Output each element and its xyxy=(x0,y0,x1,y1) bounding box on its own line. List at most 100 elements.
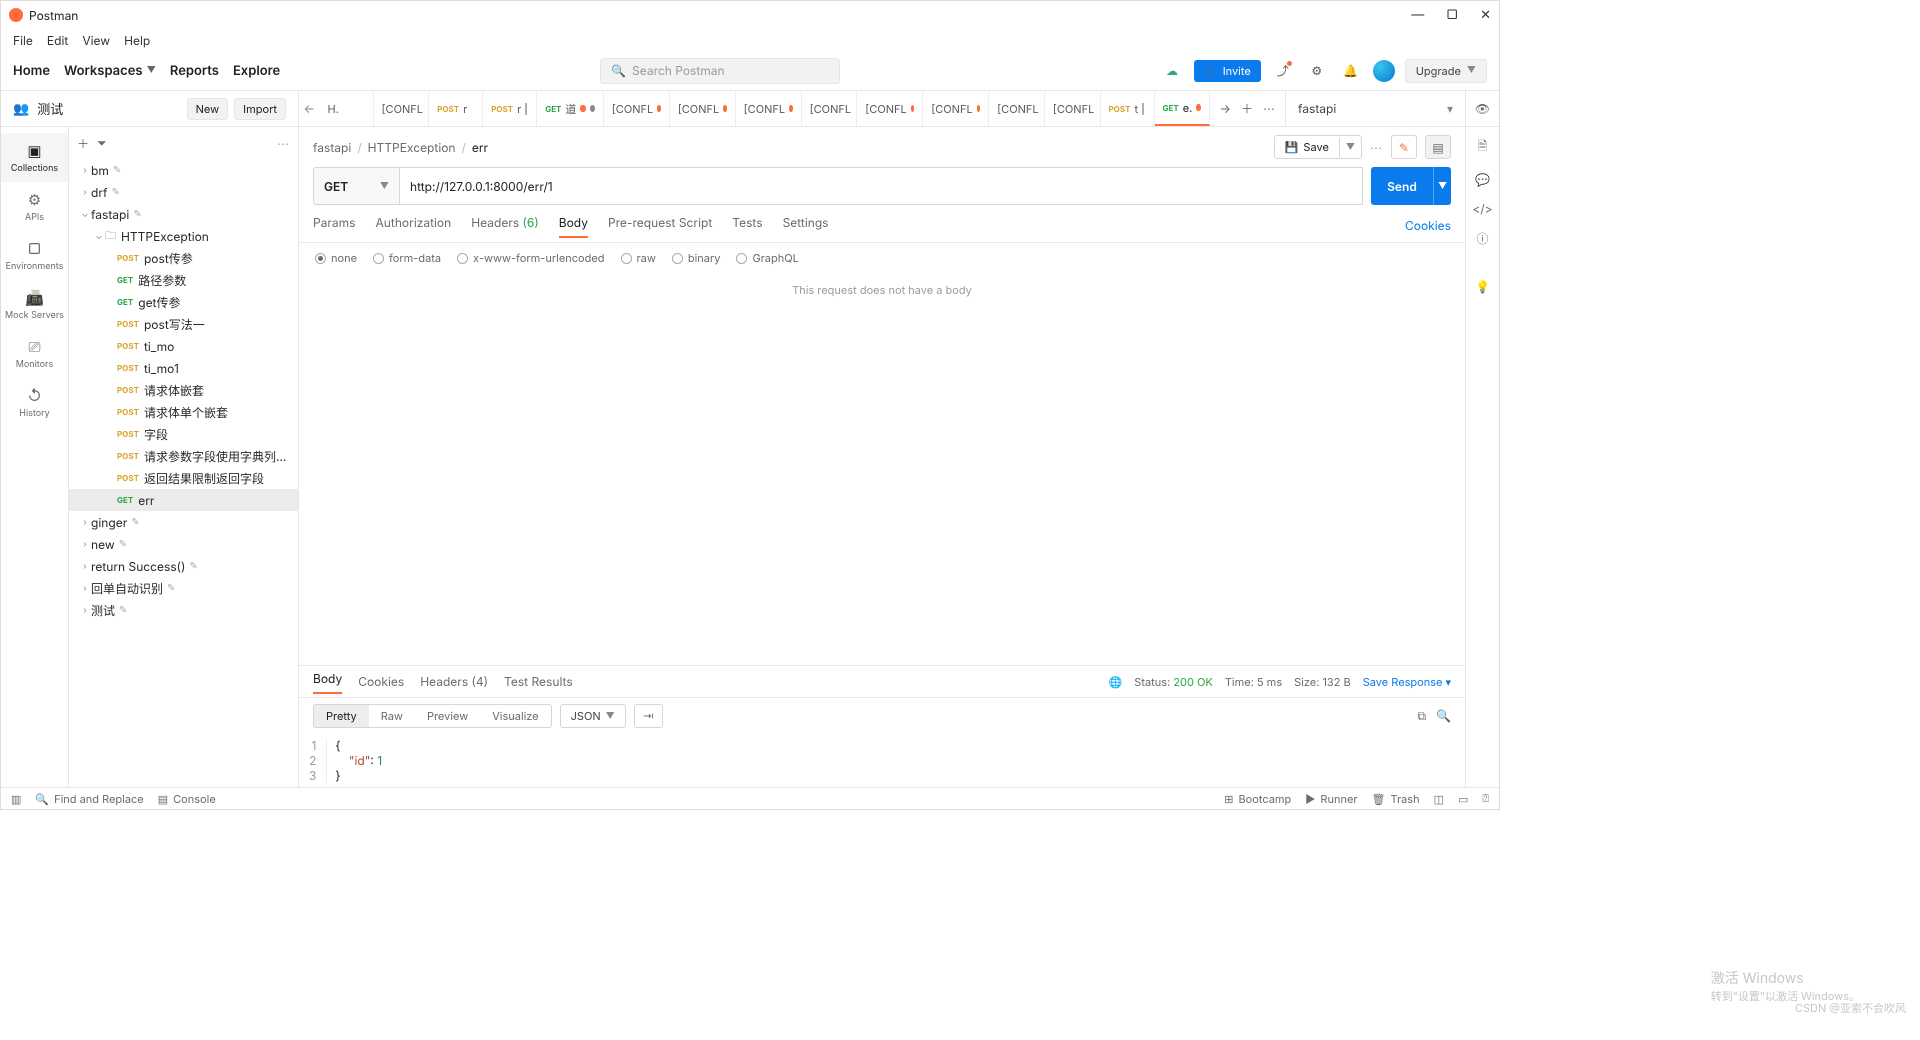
layout-single-pane-icon[interactable]: ▭ xyxy=(1458,791,1468,806)
search-input[interactable]: 🔍 Search Postman xyxy=(600,58,840,84)
workspace-label[interactable]: 👥 测试 New Import xyxy=(1,91,299,126)
request-item[interactable]: POST请求参数字段使用字典列表集合... xyxy=(69,445,298,467)
cookies-link[interactable]: Cookies xyxy=(1405,218,1451,233)
settings-icon[interactable]: ⚙ xyxy=(1305,59,1329,83)
window-close-icon[interactable]: ✕ xyxy=(1480,7,1491,23)
menu-help[interactable]: Help xyxy=(124,33,150,48)
rail-mock-servers[interactable]: 📠Mock Servers xyxy=(1,280,68,329)
request-item[interactable]: POST请求体单个嵌套 xyxy=(69,401,298,423)
tab-body[interactable]: Body xyxy=(559,215,588,238)
code-icon[interactable]: </> xyxy=(1472,201,1492,216)
request-item[interactable]: POSTti_mo1 xyxy=(69,357,298,379)
rail-history[interactable]: ↺History xyxy=(1,378,68,427)
collection-item[interactable]: ⌄fastapi✎ xyxy=(69,203,298,225)
request-tab[interactable]: [CONFL xyxy=(923,91,989,126)
info-icon[interactable]: ⓘ xyxy=(1476,230,1488,247)
tab-settings[interactable]: Settings xyxy=(783,215,829,236)
request-tab[interactable]: [CONFL xyxy=(670,91,736,126)
request-item[interactable]: GET路径参数 xyxy=(69,269,298,291)
fmt-visualize[interactable]: Visualize xyxy=(480,705,550,727)
rail-monitors[interactable]: ⎚Monitors xyxy=(1,329,68,378)
tabs-back-icon[interactable]: ← xyxy=(299,91,320,126)
collection-item[interactable]: ›bm✎ xyxy=(69,159,298,181)
request-tab[interactable]: GET道 xyxy=(537,91,604,126)
tab-authorization[interactable]: Authorization xyxy=(376,215,452,236)
layout-two-pane-icon[interactable]: ◫ xyxy=(1434,791,1444,806)
tab-params[interactable]: Params xyxy=(313,215,356,236)
resp-tab-body[interactable]: Body xyxy=(313,671,342,694)
fmt-preview[interactable]: Preview xyxy=(415,705,480,727)
globe-icon[interactable]: 🌐 xyxy=(1109,675,1123,689)
send-dropdown[interactable]: ▼ xyxy=(1433,167,1451,205)
request-item[interactable]: POSTti_mo xyxy=(69,335,298,357)
filter-icon[interactable]: ⏷ xyxy=(97,135,107,151)
rail-collections[interactable]: ▣Collections xyxy=(1,133,68,182)
sidebar-toggle-icon[interactable]: ▥ xyxy=(11,792,21,806)
rail-apis[interactable]: ⚙APIs xyxy=(1,182,68,231)
response-language-selector[interactable]: JSON▼ xyxy=(560,704,626,728)
copy-icon[interactable]: ⧉ xyxy=(1417,708,1426,724)
request-tab[interactable]: [CONFL xyxy=(802,91,858,126)
save-button[interactable]: 💾Save ▼ xyxy=(1274,135,1362,159)
body-none[interactable]: none xyxy=(315,251,357,265)
menu-view[interactable]: View xyxy=(82,33,110,48)
bootcamp[interactable]: ⊞ Bootcamp xyxy=(1224,791,1291,806)
request-tab[interactable]: [CONFL xyxy=(604,91,670,126)
request-actions-menu[interactable]: ⋯ xyxy=(1370,140,1383,155)
collection-item[interactable]: ›ginger✎ xyxy=(69,511,298,533)
nav-workspaces[interactable]: Workspaces▼ xyxy=(64,63,156,79)
request-tab[interactable]: [CONFL xyxy=(1045,91,1101,126)
tabs-menu-icon[interactable]: ⋯ xyxy=(1263,101,1275,116)
sidebar-menu-icon[interactable]: ⋯ xyxy=(277,136,290,151)
console[interactable]: ▤ Console xyxy=(158,792,216,806)
new-tab-icon[interactable]: ＋ xyxy=(1241,100,1253,117)
send-button[interactable]: Send xyxy=(1371,167,1433,205)
body-binary[interactable]: binary xyxy=(672,251,721,265)
request-tab[interactable]: GETe. xyxy=(1155,91,1210,126)
tab-tests[interactable]: Tests xyxy=(732,215,762,236)
request-tab[interactable]: POSTr xyxy=(483,91,537,126)
response-body-editor[interactable]: 123 { "id": 1 } xyxy=(299,734,1465,787)
comment-mode-icon[interactable]: ▤ xyxy=(1425,135,1451,159)
fmt-pretty[interactable]: Pretty xyxy=(314,705,369,727)
collection-item[interactable]: ›测试✎ xyxy=(69,599,298,621)
help-icon[interactable]: ⍰ xyxy=(1482,791,1489,806)
import-button[interactable]: Import xyxy=(234,98,286,120)
collection-item[interactable]: ›new✎ xyxy=(69,533,298,555)
crumb[interactable]: fastapi xyxy=(313,140,351,155)
user-avatar[interactable] xyxy=(1373,60,1395,82)
nav-home[interactable]: Home xyxy=(13,63,50,79)
resp-tab-headers[interactable]: Headers (4) xyxy=(420,674,488,689)
body-form-data[interactable]: form-data xyxy=(373,251,441,265)
new-button[interactable]: New xyxy=(187,98,229,120)
upgrade-button[interactable]: Upgrade▼ xyxy=(1405,59,1487,83)
notifications-icon[interactable]: 🔔 xyxy=(1339,59,1363,83)
collection-item[interactable]: ›return Success()✎ xyxy=(69,555,298,577)
body-graphql[interactable]: GraphQL xyxy=(736,251,798,265)
request-tab[interactable]: [CONFL xyxy=(989,91,1045,126)
comments-icon[interactable]: 💬 xyxy=(1475,172,1490,187)
body-raw[interactable]: raw xyxy=(621,251,656,265)
tabs-forward-icon[interactable]: → xyxy=(1220,101,1231,116)
edit-icon[interactable]: ✎ xyxy=(1391,135,1417,159)
find-and-replace[interactable]: 🔍 Find and Replace xyxy=(35,792,143,806)
bulb-icon[interactable]: 💡 xyxy=(1475,279,1490,294)
request-item[interactable]: GETget传参 xyxy=(69,291,298,313)
request-item[interactable]: POST返回结果限制返回字段 xyxy=(69,467,298,489)
folder-item[interactable]: ⌄🗀HTTPException xyxy=(69,225,298,247)
environment-selector[interactable]: fastapi ▾ xyxy=(1285,91,1465,126)
resp-tab-cookies[interactable]: Cookies xyxy=(358,674,404,689)
request-item[interactable]: POST请求体嵌套 xyxy=(69,379,298,401)
request-item[interactable]: GETerr xyxy=(69,489,298,511)
chevron-down-icon[interactable]: ▼ xyxy=(1339,138,1361,157)
body-x-www-form-urlencoded[interactable]: x-www-form-urlencoded xyxy=(457,251,604,265)
crumb[interactable]: HTTPException xyxy=(368,140,456,155)
nav-explore[interactable]: Explore xyxy=(233,63,280,79)
invite-button[interactable]: 👤Invite xyxy=(1194,60,1261,82)
trash[interactable]: 🗑 Trash xyxy=(1372,791,1420,806)
add-icon[interactable]: ＋ xyxy=(77,135,89,152)
request-tab[interactable]: POSTr xyxy=(429,91,483,126)
request-item[interactable]: POSTpost传参 xyxy=(69,247,298,269)
request-tab[interactable]: [CONFL xyxy=(857,91,923,126)
wrap-lines-icon[interactable]: ⇥ xyxy=(634,704,663,728)
